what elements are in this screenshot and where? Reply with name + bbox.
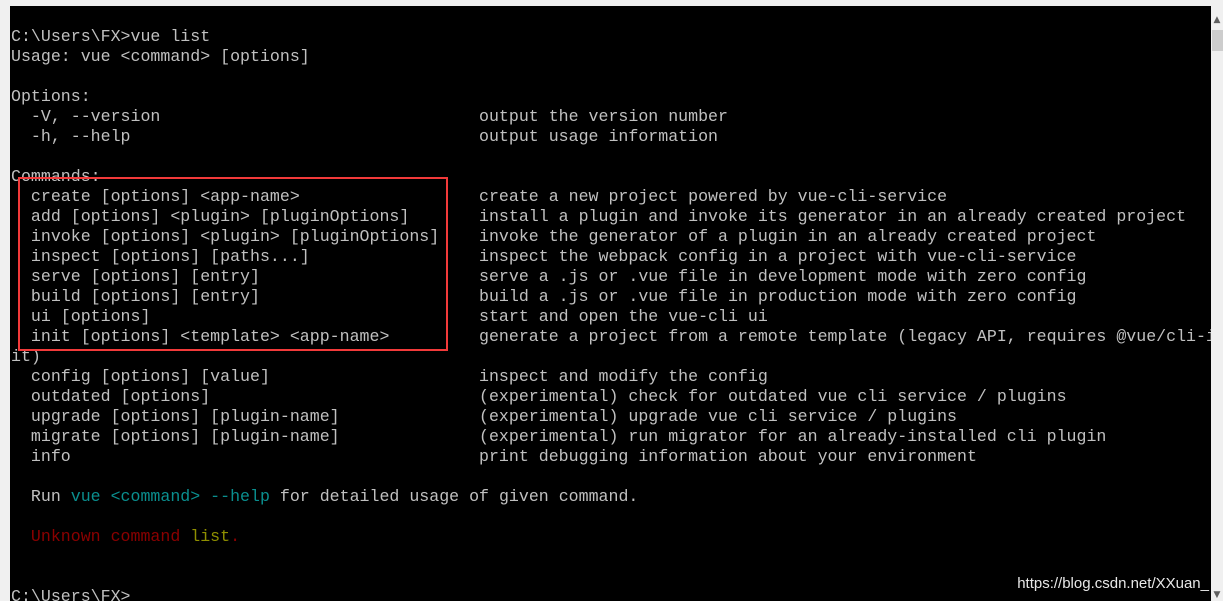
- scrollbar-thumb[interactable]: [1212, 30, 1223, 51]
- terminal-text: Options:: [11, 87, 91, 106]
- terminal-text: for detailed usage of given command.: [269, 487, 639, 506]
- terminal-text: Usage: vue <command> [options]: [11, 47, 310, 66]
- terminal-line: upgrade [options] [plugin-name] (experim…: [11, 407, 1211, 427]
- terminal-line: -h, --help output usage information: [11, 127, 1211, 147]
- chevron-up-icon[interactable]: ▲: [1211, 14, 1223, 26]
- terminal-line: outdated [options] (experimental) check …: [11, 387, 1211, 407]
- terminal-text: Unknown command: [11, 527, 191, 546]
- terminal-text: -V, --version output the version number: [11, 107, 728, 126]
- terminal-text: .: [230, 527, 241, 546]
- watermark: https://blog.csdn.net/XXuan_: [1017, 575, 1209, 592]
- terminal-line: config [options] [value] inspect and mod…: [11, 367, 1211, 387]
- terminal-text: config [options] [value] inspect and mod…: [11, 367, 768, 386]
- terminal-line: C:\Users\FX>vue list: [11, 27, 1211, 47]
- chevron-down-icon[interactable]: ▼: [1211, 589, 1223, 601]
- terminal-text: C:\Users\FX>: [11, 587, 131, 601]
- terminal-line: Usage: vue <command> [options]: [11, 47, 1211, 67]
- terminal-line: info print debugging information about y…: [11, 447, 1211, 467]
- terminal-text: migrate [options] [plugin-name] (experim…: [11, 427, 1107, 446]
- terminal-text: -h, --help output usage information: [11, 127, 719, 146]
- terminal-line: migrate [options] [plugin-name] (experim…: [11, 427, 1211, 447]
- terminal-text: list: [190, 527, 231, 546]
- terminal-line: -V, --version output the version number: [11, 107, 1211, 127]
- terminal-text: C:\Users\FX>vue list: [11, 27, 211, 46]
- terminal-text: Run: [11, 487, 71, 506]
- terminal-text: info print debugging information about y…: [11, 447, 977, 466]
- terminal-window[interactable]: C:\Users\FX>vue list Usage: vue <command>…: [10, 6, 1211, 601]
- terminal-line: Options:: [11, 87, 1211, 107]
- terminal-text: vue <command> --help: [70, 487, 270, 506]
- terminal-text: outdated [options] (experimental) check …: [11, 387, 1067, 406]
- terminal-line: Run vue <command> --help for detailed us…: [11, 487, 1211, 507]
- vertical-scrollbar[interactable]: ▲ ▼: [1211, 6, 1223, 601]
- highlight-box: [18, 177, 448, 351]
- terminal-line: Unknown command list.: [11, 527, 1211, 547]
- terminal-text: upgrade [options] [plugin-name] (experim…: [11, 407, 957, 426]
